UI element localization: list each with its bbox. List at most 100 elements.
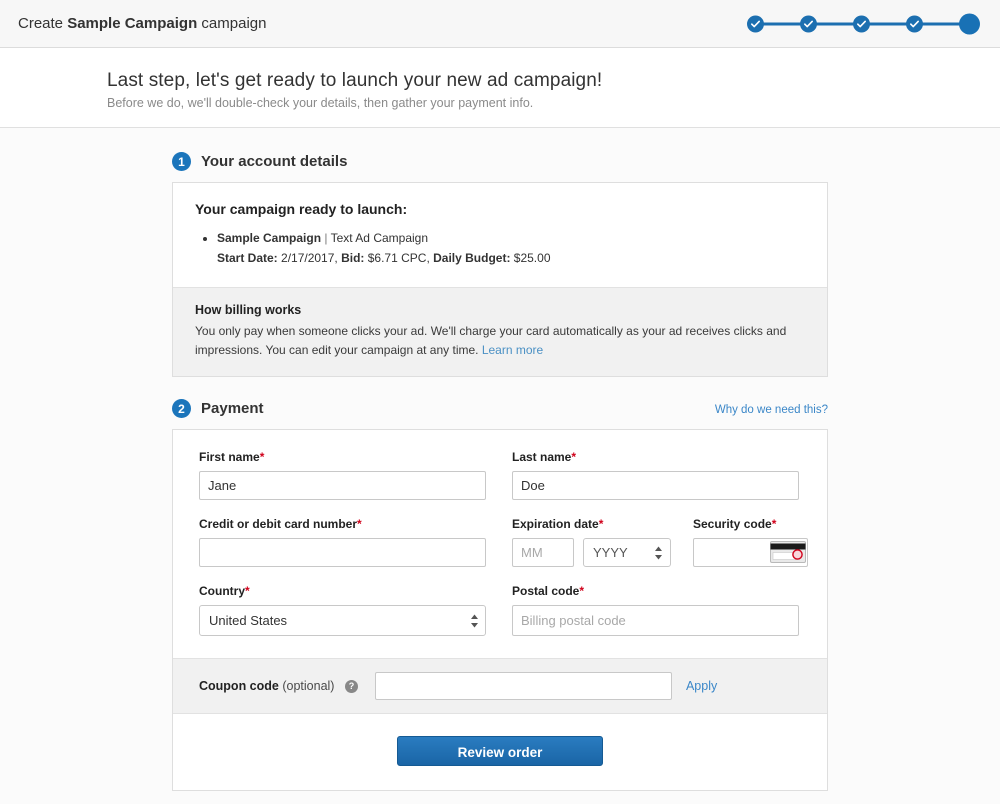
card-number-input[interactable] <box>199 538 486 568</box>
campaign-detail-line: Start Date: 2/17/2017, Bid: $6.71 CPC, D… <box>217 249 805 268</box>
progress-step-5-current[interactable] <box>959 13 980 34</box>
progress-step-4-complete[interactable] <box>906 15 923 32</box>
coupon-section: Coupon code (optional) ? Apply <box>173 658 827 714</box>
stepper-arrows-icon[interactable] <box>654 545 663 561</box>
check-icon <box>751 20 760 27</box>
last-name-label-text: Last name <box>512 450 572 465</box>
postal-code-label: Postal code* <box>512 584 799 598</box>
progress-connector-3 <box>869 22 907 25</box>
campaign-list-item: Sample Campaign | Text Ad Campaign Start… <box>217 229 805 267</box>
check-icon <box>910 20 919 27</box>
page-title-campaign-name: Sample Campaign <box>67 15 198 32</box>
coupon-code-input[interactable] <box>374 672 672 701</box>
daily-budget-value: $25.00 <box>510 250 551 265</box>
country-label: Country* <box>199 584 486 598</box>
expiration-year-select-wrapper: YYYY <box>583 538 671 568</box>
first-name-input[interactable] <box>199 471 486 501</box>
section-header-account-details: 1 Your account details <box>172 152 828 171</box>
chevron-up-down-icon <box>655 546 662 560</box>
page-title-prefix: Create <box>18 15 68 32</box>
campaign-summary-heading: Your campaign ready to launch: <box>195 201 408 217</box>
form-row-country: Country* United States Postal code* Bill… <box>199 584 801 637</box>
postal-code-input[interactable] <box>512 605 799 637</box>
campaign-summary: Your campaign ready to launch: Sample Ca… <box>173 183 827 287</box>
billing-info-heading: How billing works <box>195 303 302 318</box>
campaign-separator: | <box>324 231 328 245</box>
step-badge-2: 2 <box>172 399 191 419</box>
section-title-account-details: Your account details <box>201 153 348 170</box>
form-row-names: First name* Last name* <box>199 450 801 501</box>
required-asterisk: * <box>245 584 250 599</box>
expiration-year-select[interactable]: YYYY <box>583 538 671 568</box>
required-asterisk: * <box>571 450 577 465</box>
hero-heading: Last step, let's get ready to launch you… <box>107 70 603 91</box>
section-title-payment: Payment <box>201 400 264 418</box>
expiration-inputs: YYYY <box>512 538 671 568</box>
country-select[interactable]: United States <box>199 605 486 637</box>
coupon-label: Coupon code (optional) ? <box>199 679 358 694</box>
progress-step-2-complete[interactable] <box>800 15 817 32</box>
payment-card: First name* Last name* Credit or debit c… <box>172 429 828 792</box>
campaign-name: Sample Campaign <box>217 231 322 245</box>
country-select-wrapper: United States <box>199 605 486 637</box>
card-number-label-text: Credit or debit card number <box>199 517 358 532</box>
stepper-arrows-icon[interactable] <box>470 613 479 629</box>
progress-connector-2 <box>816 22 854 25</box>
campaign-type: Text Ad Campaign <box>330 231 429 245</box>
form-row-card: Credit or debit card number* Expiration … <box>199 517 808 568</box>
review-order-button[interactable]: Review order <box>397 736 603 767</box>
form-footer: Review order <box>173 713 827 791</box>
coupon-optional-text: (optional) <box>282 679 335 694</box>
top-bar: Create Sample Campaign campaign <box>0 0 1000 48</box>
card-number-label: Credit or debit card number* <box>199 517 486 531</box>
hero-section: Last step, let's get ready to launch you… <box>0 48 1000 128</box>
last-name-input[interactable] <box>512 471 799 501</box>
security-code-label-text: Security code <box>693 517 772 532</box>
check-icon <box>857 20 866 27</box>
progress-stepper <box>747 13 980 34</box>
start-date-value: 2/17/2017, <box>277 250 342 265</box>
field-country: Country* United States <box>199 584 486 637</box>
account-details-card: Your campaign ready to launch: Sample Ca… <box>172 182 828 378</box>
content-wrapper: 1 Your account details Your campaign rea… <box>172 152 828 792</box>
why-do-we-need-this-link[interactable]: Why do we need this? <box>715 404 828 416</box>
page-title: Create Sample Campaign campaign <box>18 15 266 32</box>
payment-form: First name* Last name* Credit or debit c… <box>173 430 827 658</box>
page-body: 1 Your account details Your campaign rea… <box>0 128 1000 804</box>
security-code-label: Security code* <box>693 517 808 531</box>
field-security-code: Security code* <box>693 517 808 568</box>
learn-more-link[interactable]: Learn more <box>482 343 543 357</box>
expiration-date-label-text: Expiration date <box>512 517 599 532</box>
first-name-label-text: First name <box>199 450 260 465</box>
question-mark-icon[interactable]: ? <box>344 680 358 694</box>
page-title-suffix: campaign <box>197 15 267 32</box>
bid-value: $6.71 CPC, <box>364 250 434 265</box>
expiration-year-value: YYYY <box>593 545 628 561</box>
daily-budget-label: Daily Budget: <box>433 250 511 265</box>
billing-info-body: You only pay when someone clicks your ad… <box>195 322 805 359</box>
field-first-name: First name* <box>199 450 486 501</box>
expiration-month-input[interactable] <box>512 538 574 568</box>
bid-label: Bid: <box>341 250 365 265</box>
field-postal-code: Postal code* <box>512 584 799 637</box>
postal-code-label-text: Postal code <box>512 584 580 599</box>
apply-coupon-link[interactable]: Apply <box>686 679 717 693</box>
start-date-label: Start Date: <box>217 250 278 265</box>
country-value: United States <box>209 613 288 629</box>
chevron-up-down-icon <box>471 614 478 628</box>
required-asterisk: * <box>598 517 604 532</box>
coupon-label-text: Coupon code <box>199 679 279 694</box>
required-asterisk: * <box>259 450 265 465</box>
progress-step-1-complete[interactable] <box>747 15 764 32</box>
cvv-card-icon <box>770 540 806 564</box>
progress-step-3-complete[interactable] <box>853 15 870 32</box>
hero-subheading: Before we do, we'll double-check your de… <box>107 96 534 110</box>
field-expiration-date: Expiration date* YYYY <box>512 517 671 568</box>
progress-connector-1 <box>763 22 801 25</box>
expiry-and-cvv-group: Expiration date* YYYY <box>512 517 808 568</box>
step-badge-1: 1 <box>172 152 191 171</box>
first-name-label: First name* <box>199 450 486 464</box>
campaign-list: Sample Campaign | Text Ad Campaign Start… <box>195 229 805 267</box>
section-header-payment: 2 Payment Why do we need this? <box>172 399 828 419</box>
field-card-number: Credit or debit card number* <box>199 517 486 568</box>
